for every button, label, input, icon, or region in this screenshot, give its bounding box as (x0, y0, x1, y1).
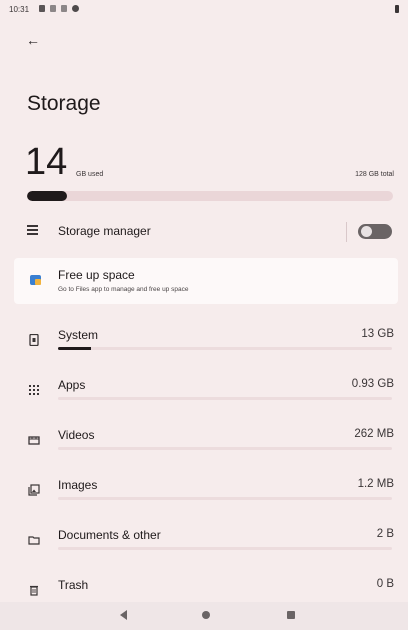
storage-manager-toggle[interactable] (358, 224, 392, 239)
category-size: 2 B (376, 528, 394, 540)
category-usage-fill (58, 347, 92, 350)
navigation-bar (0, 602, 408, 630)
category-name: Images (58, 478, 98, 492)
category-size: 0.93 GB (351, 378, 394, 390)
used-storage-unit: GB used (76, 171, 104, 178)
storage-manager-row[interactable]: Storage manager (0, 216, 408, 248)
category-usage-bar (58, 547, 392, 550)
divider (346, 222, 347, 242)
category-usage-bar (58, 447, 392, 450)
storage-manager-label: Storage manager (58, 224, 151, 238)
images-icon (28, 484, 40, 496)
storage-usage-fill (27, 191, 68, 201)
status-bar: 10:31 (0, 0, 408, 22)
category-row-images[interactable]: Images 1.2 MB (0, 475, 408, 519)
category-name: Apps (58, 378, 86, 392)
category-size: 1.2 MB (357, 478, 394, 490)
total-storage: 128 GB total (355, 171, 394, 178)
storage-usage-bar (27, 191, 393, 201)
nav-recents-icon[interactable] (287, 611, 295, 619)
category-row-apps[interactable]: Apps 0.93 GB (0, 375, 408, 419)
toggle-knob (361, 226, 372, 237)
category-row-documents[interactable]: Documents & other 2 B (0, 525, 408, 569)
category-size: 13 GB (361, 328, 394, 340)
category-row-system[interactable]: System 13 GB (0, 325, 408, 369)
nav-home-icon[interactable] (202, 611, 210, 619)
list-icon (27, 225, 38, 235)
category-size: 0 B (376, 578, 394, 590)
folder-icon (28, 536, 40, 545)
category-size: 262 MB (354, 428, 394, 440)
category-name: Documents & other (58, 528, 161, 542)
free-up-space-title: Free up space (58, 268, 135, 282)
notification-icon (61, 5, 67, 12)
free-up-space-subtitle: Go to Files app to manage and free up sp… (58, 286, 189, 293)
back-arrow-icon[interactable]: ← (26, 30, 46, 50)
category-usage-bar (58, 347, 392, 350)
free-up-space-card[interactable]: Free up space Go to Files app to manage … (14, 258, 398, 304)
battery-icon (395, 5, 399, 13)
status-time: 10:31 (9, 5, 30, 14)
nav-back-icon[interactable] (120, 610, 127, 620)
used-storage-value: 14 (25, 141, 68, 183)
category-row-videos[interactable]: Videos 262 MB (0, 425, 408, 469)
files-app-icon (30, 275, 41, 285)
notification-icon (39, 5, 45, 12)
category-usage-bar (58, 497, 392, 500)
notification-icon (50, 5, 56, 12)
apps-grid-icon (29, 385, 39, 395)
trash-icon (30, 585, 38, 596)
videos-icon (28, 436, 40, 445)
category-name: Trash (58, 578, 89, 592)
page-title: Storage (27, 92, 101, 115)
settings-gear-icon (72, 5, 79, 12)
system-icon (29, 334, 39, 346)
notification-icons (39, 5, 79, 12)
category-name: System (58, 328, 99, 342)
category-name: Videos (58, 428, 95, 442)
category-usage-bar (58, 397, 392, 400)
